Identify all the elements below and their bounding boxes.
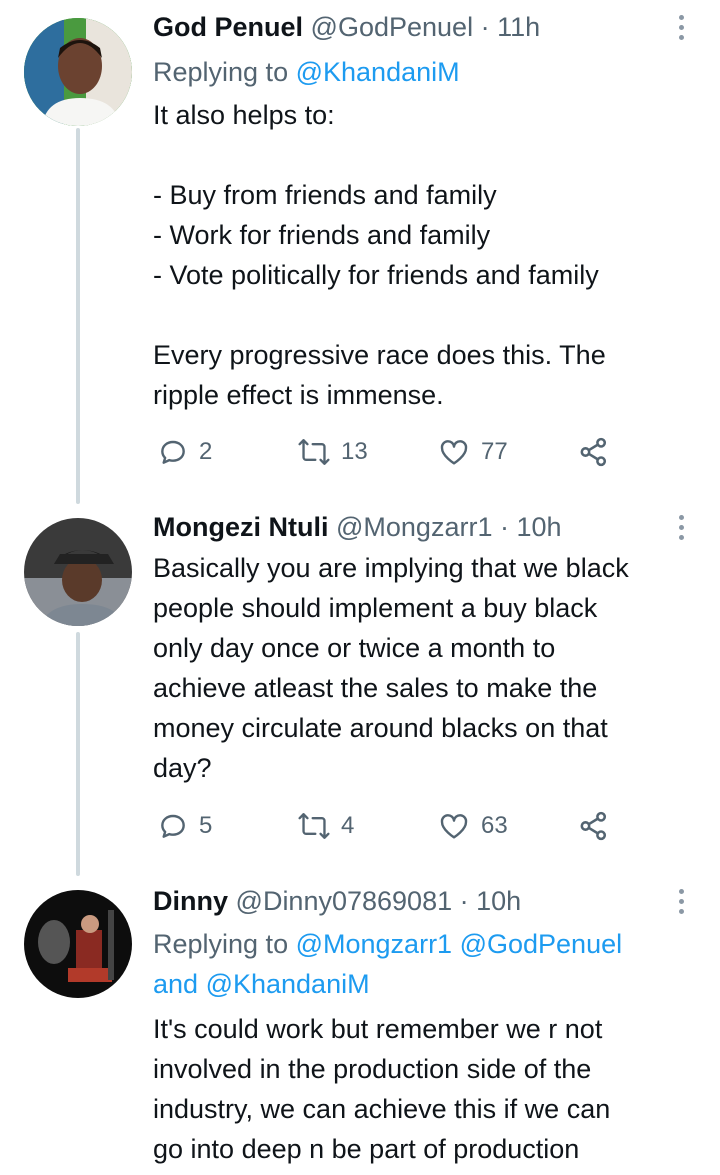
tweet-text: It also helps to: - Buy from friends and…	[153, 100, 606, 410]
heart-icon	[440, 814, 468, 839]
separator: ·	[499, 512, 509, 542]
user-handle[interactable]: @GodPenuel	[311, 12, 474, 42]
tweet-header: Dinny @Dinny07869081 · 10h	[153, 884, 521, 918]
display-name[interactable]: Dinny	[153, 886, 228, 916]
reply-count: 5	[199, 812, 213, 839]
display-name[interactable]: Mongezi Ntuli	[153, 512, 328, 542]
retweet-icon	[298, 439, 330, 465]
tweet-actions: 2 13 77	[157, 434, 637, 470]
mention-link[interactable]: @KhandaniM	[206, 969, 370, 999]
retweet-icon	[298, 813, 330, 839]
tweet-header: Mongezi Ntuli @Mongzarr1 · 10h	[153, 510, 562, 544]
reply-button[interactable]: 5	[157, 808, 212, 844]
more-options-icon[interactable]	[672, 510, 690, 544]
timestamp[interactable]: 11h	[497, 12, 540, 42]
separator: ·	[459, 886, 469, 916]
user-handle[interactable]: @Dinny07869081	[236, 886, 453, 916]
retweet-count: 13	[341, 438, 368, 465]
like-button[interactable]: 63	[437, 808, 508, 844]
timestamp[interactable]: 10h	[517, 512, 562, 542]
mention-link[interactable]: @GodPenuel	[460, 929, 623, 959]
reply-count: 2	[199, 438, 213, 465]
reply-button[interactable]: 2	[157, 434, 212, 470]
avatar[interactable]	[24, 518, 132, 626]
tweet-actions: 5 4 63	[157, 808, 637, 844]
user-handle[interactable]: @Mongzarr1	[336, 512, 492, 542]
share-icon	[580, 437, 607, 467]
separator: ·	[480, 12, 490, 42]
like-count: 63	[481, 812, 508, 839]
replying-to: Replying to @Mongzarr1 @GodPenuel and @K…	[153, 924, 693, 1004]
display-name[interactable]: God Penuel	[153, 12, 303, 42]
avatar[interactable]	[24, 890, 132, 998]
tweet-text: It's could work but remember we r not in…	[153, 1014, 611, 1164]
mention-link[interactable]: @KhandaniM	[296, 57, 460, 87]
more-options-icon[interactable]	[672, 10, 690, 44]
share-button[interactable]	[577, 808, 611, 844]
replying-and: and	[153, 969, 199, 999]
reply-icon	[161, 440, 185, 464]
retweet-button[interactable]: 13	[297, 434, 368, 470]
replying-to: Replying to @KhandaniM	[153, 52, 460, 92]
tweet[interactable]: God Penuel @GodPenuel · 11h Replying to …	[0, 10, 720, 490]
retweet-count: 4	[341, 812, 355, 839]
avatar[interactable]	[24, 18, 132, 126]
like-count: 77	[481, 438, 508, 465]
tweet-header: God Penuel @GodPenuel · 11h	[153, 10, 540, 44]
like-button[interactable]: 77	[437, 434, 508, 470]
mention-link[interactable]: @Mongzarr1	[296, 929, 452, 959]
more-options-icon[interactable]	[672, 884, 690, 918]
retweet-button[interactable]: 4	[297, 808, 354, 844]
tweet-text: Basically you are implying that we black…	[153, 553, 629, 783]
replying-prefix: Replying to	[153, 57, 289, 87]
heart-icon	[440, 440, 468, 465]
tweet[interactable]: Mongezi Ntuli @Mongzarr1 · 10h Basically…	[0, 510, 720, 860]
reply-icon	[161, 814, 185, 838]
replying-prefix: Replying to	[153, 929, 289, 959]
share-icon	[580, 811, 607, 841]
tweet[interactable]: Dinny @Dinny07869081 · 10h Replying to @…	[0, 884, 720, 1175]
timestamp[interactable]: 10h	[476, 886, 521, 916]
share-button[interactable]	[577, 434, 611, 470]
